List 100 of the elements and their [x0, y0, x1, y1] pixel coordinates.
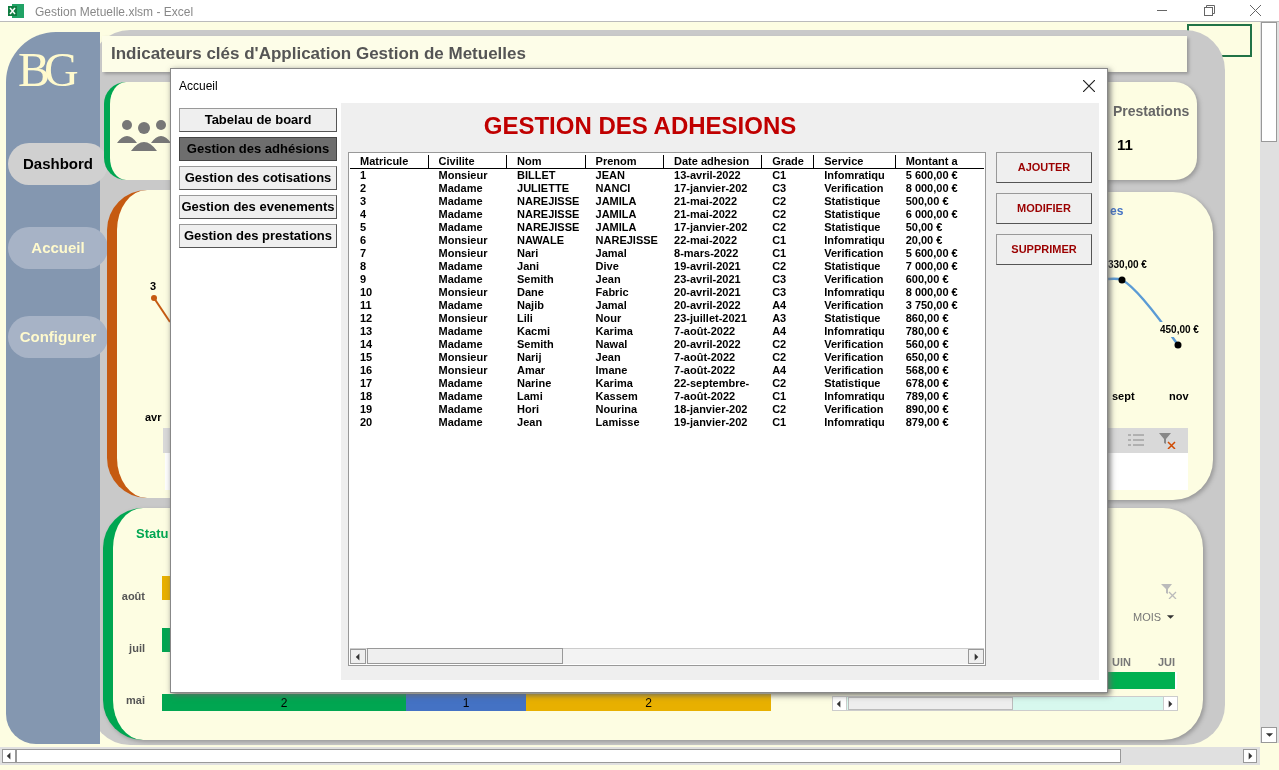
scroll-right-button[interactable] [1243, 749, 1257, 763]
data-label: 3 [150, 279, 157, 294]
menu-button[interactable]: Gestion des cotisations [179, 166, 337, 190]
table-cell-text: NAREJISSE [516, 208, 581, 221]
table-cell-text: 4 [359, 208, 368, 221]
table-cell-text: Hori [516, 403, 541, 416]
table-cell-text: C3 [771, 286, 788, 299]
table-cell-text: 18-janvier-202 [673, 403, 749, 416]
table-cell-text: 7-août-2022 [673, 364, 737, 377]
axis-label: juil [127, 641, 145, 656]
table-cell-text: Semith [516, 273, 555, 286]
restore-icon[interactable] [1204, 5, 1215, 16]
table-cell-text: Infomratiqu [823, 286, 886, 299]
scroll-left-button[interactable] [350, 649, 366, 664]
bar-segment: 2 [526, 694, 771, 711]
clear-filter-icon[interactable] [1159, 433, 1176, 449]
axis-label: sept [1112, 389, 1135, 404]
table-cell-text: Verification [823, 273, 885, 286]
data-label: 330,00 € [1108, 258, 1147, 272]
table-cell-text: C2 [771, 351, 788, 364]
table-cell-text: NANCI [594, 182, 632, 195]
sidebar-item[interactable]: Dashbord [8, 143, 108, 185]
table-cell-text: Dive [594, 260, 620, 273]
table-cell-text: 2 [359, 182, 368, 195]
table-cell-text: 17 [359, 377, 374, 390]
table-cell-text: Madame [437, 338, 484, 351]
dialog-title: Accueil [179, 78, 218, 95]
table-cell-text: JAMILA [594, 195, 638, 208]
menu-button[interactable]: Gestion des evenements [179, 195, 337, 219]
table-cell-text: Nawal [594, 338, 629, 351]
scroll-down-button[interactable] [1261, 727, 1277, 743]
action-button[interactable]: MODIFIER [996, 193, 1092, 224]
table-cell-text: Statistique [823, 260, 882, 273]
table-cell-text: C3 [771, 182, 788, 195]
action-button[interactable]: AJOUTER [996, 152, 1092, 183]
table-cell-text: 5 600,00 € [904, 247, 959, 260]
table-cell-text: Jamal [594, 247, 628, 260]
table-cell-text: Verification [823, 182, 885, 195]
axis-label: nov [1169, 389, 1189, 404]
table-cell-text: Madame [437, 195, 484, 208]
scrollbar-thumb[interactable] [1261, 22, 1277, 142]
table-cell-text: 13 [359, 325, 374, 338]
column-header: Service [814, 155, 896, 168]
scroll-left-button[interactable] [2, 749, 16, 763]
table-cell-text: 5 [359, 221, 368, 234]
table-cell-text: 50,00 € [904, 221, 944, 234]
close-icon[interactable] [1083, 80, 1095, 92]
scrollbar-thumb[interactable] [16, 749, 1121, 763]
table-cell-text: Jamal [594, 299, 628, 312]
table-cell-text: Fabric [594, 286, 630, 299]
scroll-right-button[interactable] [1163, 697, 1177, 710]
table-cell-text: 15 [359, 351, 374, 364]
table-cell-text: 7 [359, 247, 368, 260]
table-cell-text: C2 [771, 221, 788, 234]
excel-icon [8, 4, 24, 18]
table-cell-text: 600,00 € [904, 273, 950, 286]
table-cell-text: 860,00 € [904, 312, 950, 325]
table-cell-text: C1 [771, 390, 788, 403]
table-cell-text: 7-août-2022 [673, 390, 737, 403]
table-cell-text: Monsieur [437, 351, 489, 364]
column-header: Grade [762, 155, 815, 168]
table-cell-text: Verification [823, 403, 885, 416]
table-cell-text: A4 [771, 364, 788, 377]
table-cell-text: Madame [437, 416, 484, 429]
window-title: Gestion Metuelle.xlsm - Excel [35, 4, 194, 21]
table-cell-text: 8-mars-2022 [673, 247, 740, 260]
table-cell-text: C1 [771, 234, 788, 247]
scroll-left-button[interactable] [833, 697, 847, 710]
scrollbar-thumb[interactable] [848, 697, 1013, 710]
column-header: Matricule [350, 155, 429, 168]
menu-button[interactable]: Tabelau de board [179, 108, 337, 132]
menu-button[interactable]: Gestion des prestations [179, 224, 337, 248]
table-cell-text: Monsieur [437, 169, 489, 182]
table-cell-text: Madame [437, 325, 484, 338]
table-cell-text: Madame [437, 403, 484, 416]
table-cell-text: Infomratiqu [823, 234, 886, 247]
table-cell-text: Jean [594, 351, 622, 364]
menu-button[interactable]: Gestion des adhésions [179, 137, 337, 161]
table-cell-text: Karima [594, 325, 634, 338]
table-cell-text: 780,00 € [904, 325, 950, 338]
minimize-icon[interactable] [1157, 10, 1167, 12]
axis-label: avr [145, 410, 162, 425]
table-cell-text: Amar [516, 364, 547, 377]
table-cell-text: 17-janvier-202 [673, 221, 749, 234]
table-cell-text: NAREJISSE [516, 221, 581, 234]
table-cell-text: Najib [516, 299, 545, 312]
table-cell-text: 22-mai-2022 [673, 234, 739, 247]
period-dropdown[interactable]: MOIS [1133, 609, 1176, 626]
table-cell-text: 7 000,00 € [904, 260, 959, 273]
table-cell-text: Monsieur [437, 312, 489, 325]
line-drawing [151, 295, 171, 323]
scroll-right-button[interactable] [968, 649, 984, 664]
table-cell-text: 1 [359, 169, 368, 182]
table-cell-text: Statistique [823, 208, 882, 221]
scrollbar-thumb[interactable] [367, 648, 563, 664]
table-cell-text: Narine [516, 377, 553, 390]
table-cell-text: 23-juillet-2021 [673, 312, 748, 325]
table-cell-text: 20-avril-2021 [673, 286, 742, 299]
action-button[interactable]: SUPPRIMER [996, 234, 1092, 265]
table-cell-text: Narij [516, 351, 543, 364]
